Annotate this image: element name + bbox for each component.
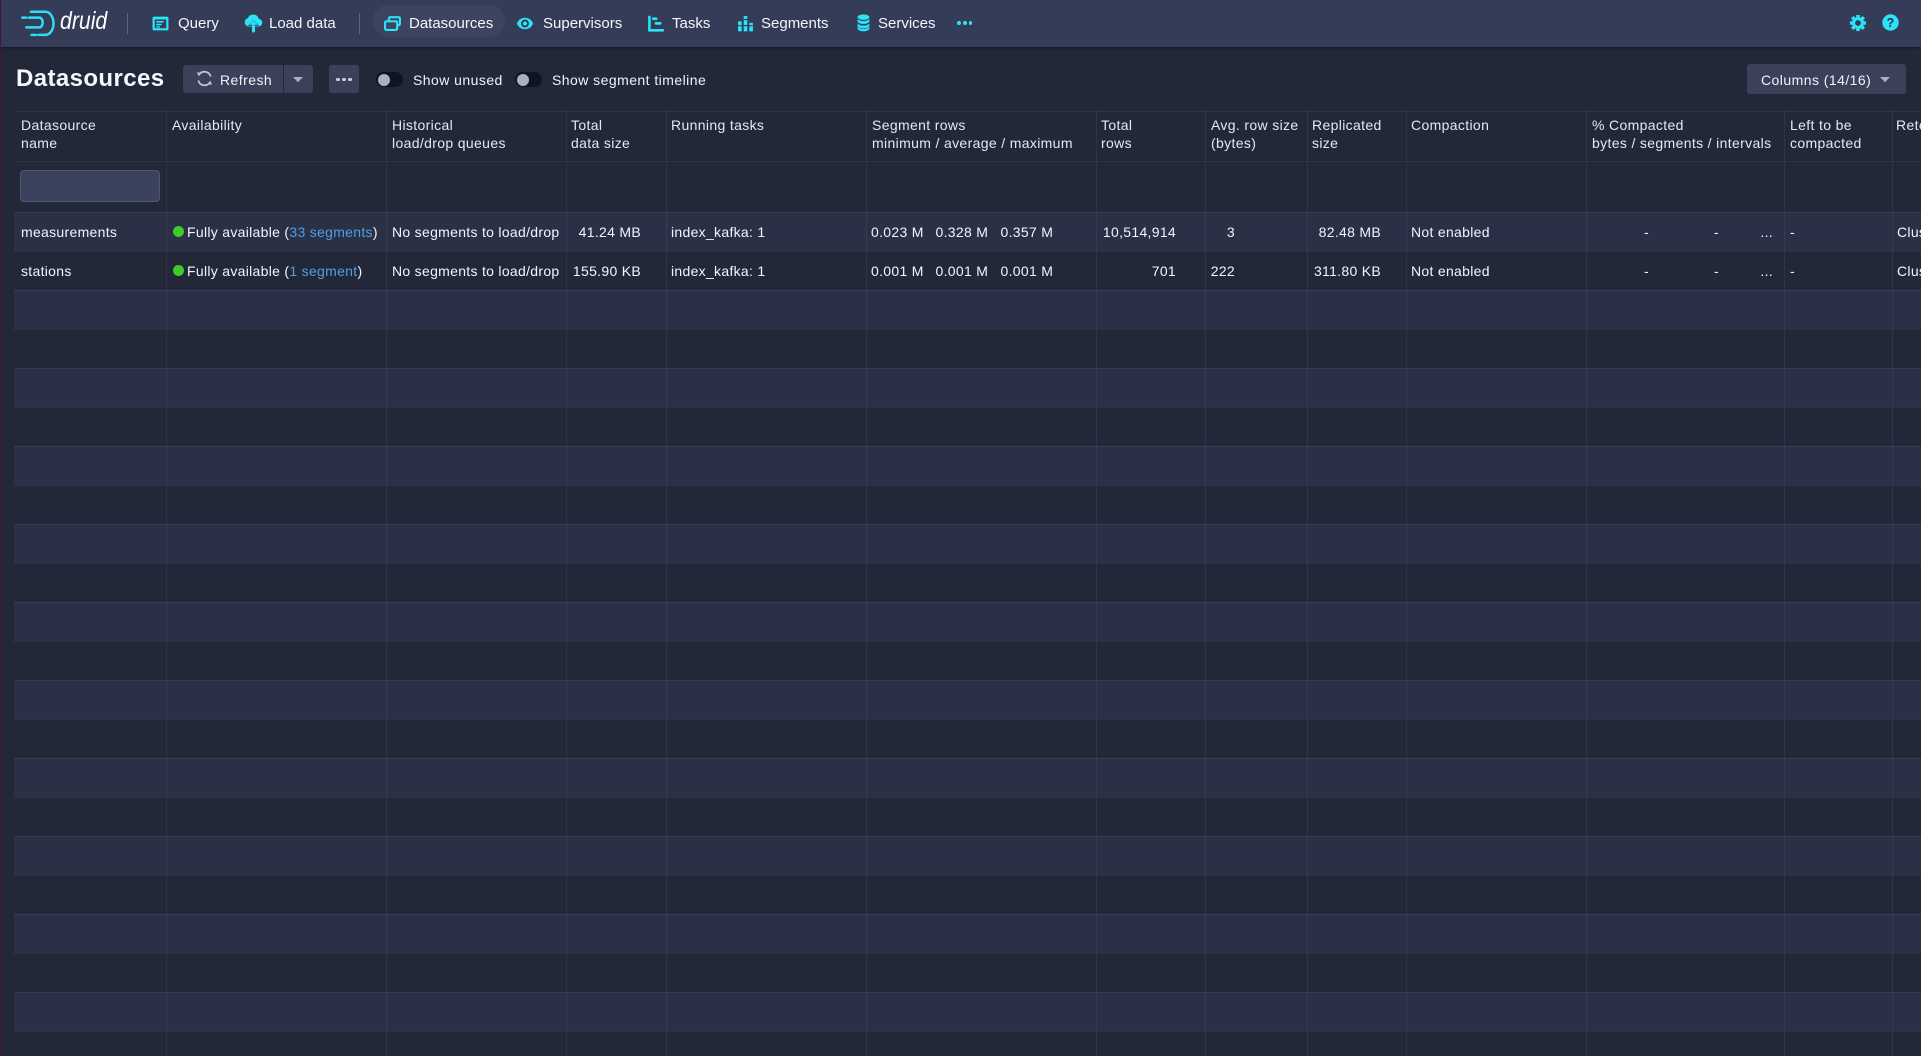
svg-text:?: ? <box>1887 16 1895 30</box>
